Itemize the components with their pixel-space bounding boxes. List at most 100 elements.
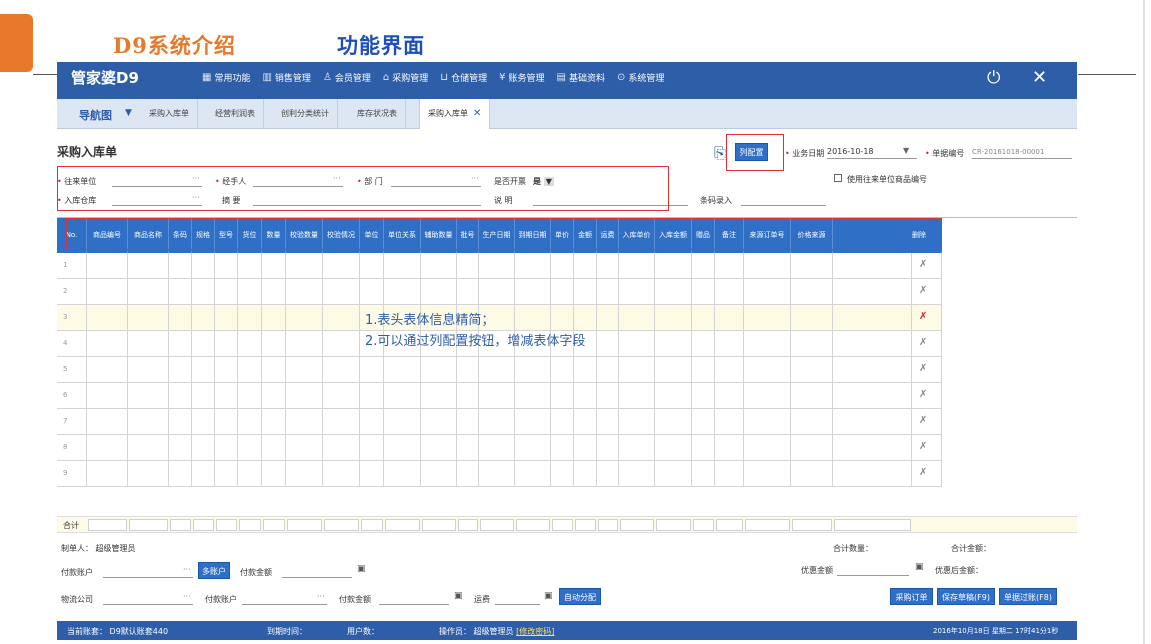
- table-cell[interactable]: [238, 435, 262, 461]
- table-cell[interactable]: [128, 279, 169, 305]
- power-icon[interactable]: ⏻: [987, 68, 1000, 88]
- table-cell[interactable]: [215, 253, 238, 279]
- table-cell[interactable]: [551, 253, 574, 279]
- table-cell[interactable]: [715, 253, 744, 279]
- table-cell[interactable]: [744, 435, 791, 461]
- table-cell[interactable]: [262, 383, 286, 409]
- table-cell[interactable]: [384, 253, 421, 279]
- more-icon[interactable]: ···: [317, 592, 325, 601]
- table-cell[interactable]: [655, 331, 692, 357]
- menu-item-purchase[interactable]: ⌂ 采购管理: [383, 71, 428, 84]
- table-cell[interactable]: [619, 305, 655, 331]
- table-cell[interactable]: [262, 253, 286, 279]
- table-cell[interactable]: [286, 253, 323, 279]
- table-cell[interactable]: [791, 305, 833, 331]
- table-cell[interactable]: [87, 357, 128, 383]
- table-cell[interactable]: [215, 357, 238, 383]
- table-row[interactable]: 1 ✗: [57, 253, 942, 279]
- table-cell[interactable]: [87, 253, 128, 279]
- table-cell[interactable]: [262, 305, 286, 331]
- table-cell[interactable]: [515, 409, 551, 435]
- table-cell[interactable]: [262, 279, 286, 305]
- table-row[interactable]: 6 ✗: [57, 383, 942, 409]
- table-cell[interactable]: [286, 461, 323, 487]
- delete-icon[interactable]: ✗: [919, 311, 927, 322]
- table-cell[interactable]: [551, 461, 574, 487]
- table-cell[interactable]: [692, 409, 715, 435]
- table-cell[interactable]: [384, 383, 421, 409]
- table-cell[interactable]: [192, 409, 215, 435]
- table-cell[interactable]: [128, 253, 169, 279]
- table-cell[interactable]: [479, 357, 515, 383]
- table-cell[interactable]: [384, 357, 421, 383]
- table-cell[interactable]: [744, 279, 791, 305]
- table-cell[interactable]: [833, 461, 912, 487]
- table-cell[interactable]: [128, 461, 169, 487]
- table-cell[interactable]: [574, 461, 597, 487]
- pay-account2-input[interactable]: [242, 593, 327, 605]
- table-cell[interactable]: [238, 383, 262, 409]
- table-cell[interactable]: [715, 409, 744, 435]
- table-cell[interactable]: [744, 383, 791, 409]
- table-cell[interactable]: [192, 435, 215, 461]
- chevron-down-icon[interactable]: ▼: [903, 146, 909, 155]
- table-cell[interactable]: [87, 435, 128, 461]
- table-cell[interactable]: [262, 435, 286, 461]
- table-cell[interactable]: [574, 383, 597, 409]
- table-cell[interactable]: [87, 383, 128, 409]
- table-cell[interactable]: [192, 383, 215, 409]
- table-cell[interactable]: [833, 253, 912, 279]
- table-cell[interactable]: [215, 305, 238, 331]
- table-cell[interactable]: [597, 435, 619, 461]
- discount-input[interactable]: [837, 564, 909, 576]
- barcode-input[interactable]: [741, 194, 826, 206]
- table-cell[interactable]: [692, 305, 715, 331]
- table-cell[interactable]: [286, 331, 323, 357]
- table-cell[interactable]: [169, 331, 192, 357]
- pay-amount-input[interactable]: [282, 566, 352, 578]
- table-cell[interactable]: [169, 409, 192, 435]
- table-row[interactable]: 9 ✗: [57, 461, 942, 487]
- table-cell[interactable]: [515, 383, 551, 409]
- close-icon[interactable]: ✕: [473, 108, 481, 119]
- close-icon[interactable]: ✕: [1032, 67, 1047, 88]
- table-cell[interactable]: [215, 331, 238, 357]
- table-row[interactable]: 5 ✗: [57, 357, 942, 383]
- table-cell[interactable]: [619, 409, 655, 435]
- table-cell[interactable]: [791, 435, 833, 461]
- table-cell[interactable]: [619, 383, 655, 409]
- calculator-icon[interactable]: ▣: [544, 591, 553, 601]
- table-cell[interactable]: [692, 383, 715, 409]
- tab-purchase-in[interactable]: 采购入库单: [141, 99, 198, 128]
- table-cell[interactable]: [791, 383, 833, 409]
- table-cell[interactable]: [833, 305, 912, 331]
- table-cell[interactable]: [833, 383, 912, 409]
- table-cell[interactable]: [384, 435, 421, 461]
- table-cell[interactable]: [715, 357, 744, 383]
- table-cell[interactable]: [655, 357, 692, 383]
- table-cell[interactable]: [169, 253, 192, 279]
- table-cell[interactable]: [744, 305, 791, 331]
- table-cell[interactable]: [169, 305, 192, 331]
- freight-input[interactable]: [495, 593, 540, 605]
- table-cell[interactable]: [262, 461, 286, 487]
- table-cell[interactable]: [655, 461, 692, 487]
- table-cell[interactable]: [360, 409, 384, 435]
- table-cell[interactable]: [833, 279, 912, 305]
- delete-icon[interactable]: ✗: [919, 259, 927, 270]
- menu-item-sales[interactable]: ▥ 销售管理: [262, 71, 310, 84]
- table-cell[interactable]: [360, 461, 384, 487]
- table-cell[interactable]: [128, 357, 169, 383]
- delete-icon[interactable]: ✗: [919, 363, 927, 374]
- table-cell[interactable]: [619, 253, 655, 279]
- table-cell[interactable]: [479, 409, 515, 435]
- delete-icon[interactable]: ✗: [919, 441, 927, 452]
- table-cell[interactable]: [262, 357, 286, 383]
- table-cell[interactable]: [655, 383, 692, 409]
- table-cell[interactable]: [457, 435, 479, 461]
- table-cell[interactable]: [169, 435, 192, 461]
- table-cell[interactable]: [323, 383, 360, 409]
- table-cell[interactable]: [479, 435, 515, 461]
- table-cell[interactable]: [192, 331, 215, 357]
- table-cell[interactable]: [744, 409, 791, 435]
